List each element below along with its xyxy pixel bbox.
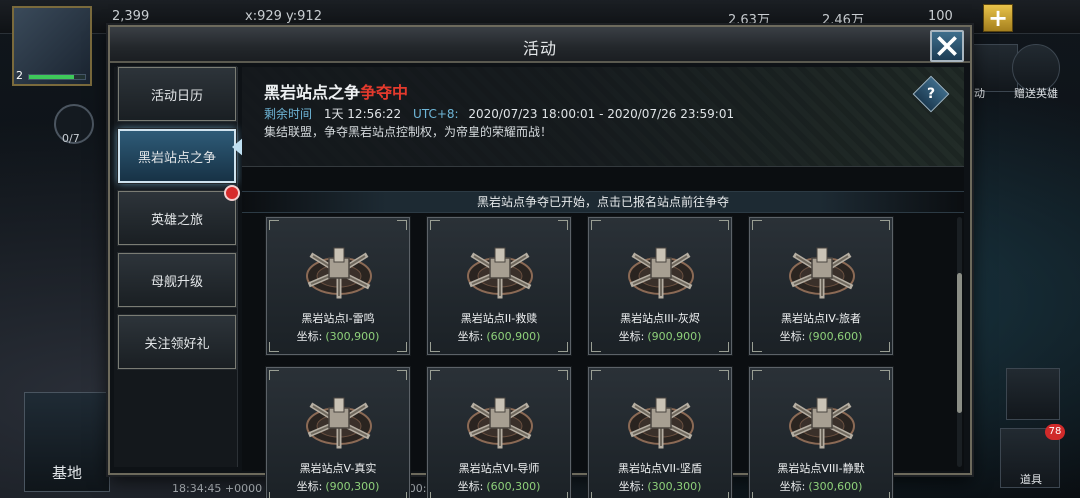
coord-label: 坐标: xyxy=(296,480,323,493)
site-name: 黑岩站点II-救赎 xyxy=(460,312,538,325)
coord-value: (600,900) xyxy=(486,330,541,343)
scrollbar-thumb[interactable] xyxy=(957,273,962,413)
site-card-5[interactable]: 黑岩站点V-真实 坐标: (900,300) xyxy=(265,366,411,498)
items-label: 道具 xyxy=(1020,473,1042,486)
site-name: 黑岩站点III-灰烬 xyxy=(620,312,700,325)
site-grid: 黑岩站点I-雷鸣 坐标: (300,900) 黑岩站点II-救赎 坐标: (60… xyxy=(242,216,964,498)
coord-label: 坐标: xyxy=(296,330,323,343)
close-button[interactable] xyxy=(930,30,964,62)
coord-label: 坐标: xyxy=(457,330,484,343)
player-avatar[interactable]: 2 xyxy=(12,6,92,86)
space-station-icon xyxy=(467,247,533,299)
site-coord: 坐标: (900,600) xyxy=(750,328,892,344)
close-icon xyxy=(937,36,957,56)
tab-activity-calendar[interactable]: 活动日历 xyxy=(117,66,237,122)
coord-value: (300,900) xyxy=(325,330,380,343)
space-station-icon xyxy=(628,247,694,299)
tab-mothership-upgrade[interactable]: 母舰升级 xyxy=(117,252,237,308)
site-name: 黑岩站点VIII-静默 xyxy=(777,462,865,475)
tab-hero-journey[interactable]: 英雄之旅 xyxy=(117,190,237,246)
coord-value: (900,900) xyxy=(647,330,702,343)
event-name: 黑岩站点之争 xyxy=(264,83,361,102)
player-level: 2 xyxy=(16,69,23,82)
site-coord: 坐标: (900,300) xyxy=(267,478,409,494)
quest-count: 0/7 xyxy=(62,132,80,145)
space-station-icon xyxy=(306,247,372,299)
site-coord: 坐标: (300,600) xyxy=(750,478,892,494)
coord-label: 坐标: xyxy=(618,480,645,493)
search-icon[interactable] xyxy=(1006,368,1060,420)
space-station-icon xyxy=(789,397,855,449)
modal-title: 活动 xyxy=(522,39,557,58)
site-name: 黑岩站点V-真实 xyxy=(299,462,377,475)
event-banner: 黑岩站点之争争夺中 ? 剩余时间 1天 12:56:22 UTC+8: 2020… xyxy=(242,67,964,167)
site-card-6[interactable]: 黑岩站点VI-导师 坐标: (600,300) xyxy=(426,366,572,498)
xp-bar xyxy=(28,74,86,80)
site-card-4[interactable]: 黑岩站点IV-旅者 坐标: (900,600) xyxy=(748,216,894,356)
event-time-row: 剩余时间 1天 12:56:22 UTC+8: 2020/07/23 18:00… xyxy=(264,105,734,122)
base-label: 基地 xyxy=(51,464,82,482)
add-resource-button[interactable]: + xyxy=(983,4,1013,32)
site-coord: 坐标: (600,300) xyxy=(428,478,570,494)
coord-value: (300,600) xyxy=(808,480,863,493)
event-period: 2020/07/23 18:00:01 - 2020/07/26 23:59:0… xyxy=(468,107,735,121)
notification-dot-icon xyxy=(224,185,240,201)
event-content: 黑岩站点之争争夺中 ? 剩余时间 1天 12:56:22 UTC+8: 2020… xyxy=(242,67,964,498)
site-coord: 坐标: (900,900) xyxy=(589,328,731,344)
site-name: 黑岩站点VII-坚盾 xyxy=(618,462,702,475)
site-name: 黑岩站点IV-旅者 xyxy=(780,312,862,325)
coord-value: (900,600) xyxy=(808,330,863,343)
tab-blackrock-battle[interactable]: 黑岩站点之争 xyxy=(117,128,237,184)
site-list-scrollbar[interactable] xyxy=(957,217,962,467)
site-card-1[interactable]: 黑岩站点I-雷鸣 坐标: (300,900) xyxy=(265,216,411,356)
items-count-badge: 78 xyxy=(1045,424,1065,440)
space-station-icon xyxy=(789,247,855,299)
remaining-time: 1天 12:56:22 xyxy=(323,107,402,121)
modal-titlebar: 活动 xyxy=(110,27,970,63)
site-card-8[interactable]: 黑岩站点VIII-静默 坐标: (300,600) xyxy=(748,366,894,498)
remaining-label: 剩余时间 xyxy=(264,107,313,121)
event-status: 争夺中 xyxy=(360,83,409,102)
site-card-2[interactable]: 黑岩站点II-救赎 坐标: (600,900) xyxy=(426,216,572,356)
resource-value-3: 100 xyxy=(928,9,953,24)
question-icon: ? xyxy=(926,86,936,102)
site-name: 黑岩站点VI-导师 xyxy=(458,462,540,475)
event-title: 黑岩站点之争争夺中 xyxy=(264,79,408,103)
site-coord: 坐标: (300,300) xyxy=(589,478,731,494)
space-station-icon xyxy=(628,397,694,449)
site-name: 黑岩站点I-雷鸣 xyxy=(301,312,375,325)
help-button[interactable]: ? xyxy=(912,75,950,113)
event-description: 集结联盟，争夺黑岩站点控制权，为帝皇的荣耀而战！ xyxy=(264,125,553,139)
activity-sidebar: 活动日历 黑岩站点之争 英雄之旅 母舰升级 关注领好礼 xyxy=(114,66,238,467)
coord-value: (900,300) xyxy=(325,480,380,493)
base-button[interactable]: 基地 xyxy=(24,392,110,492)
timezone: UTC+8: xyxy=(413,107,459,121)
space-station-icon xyxy=(306,397,372,449)
site-card-7[interactable]: 黑岩站点VII-坚盾 坐标: (300,300) xyxy=(587,366,733,498)
coord-label: 坐标: xyxy=(779,480,806,493)
gift-hero-label: 赠送英雄 xyxy=(1014,87,1058,100)
site-coord: 坐标: (300,900) xyxy=(267,328,409,344)
coord-value: (600,300) xyxy=(486,480,541,493)
coords-value[interactable]: x:929 y:912 xyxy=(245,9,322,24)
site-coord: 坐标: (600,900) xyxy=(428,328,570,344)
event-notice: 黑岩站点争夺已开始，点击已报名站点前往争夺 xyxy=(242,191,964,213)
site-card-3[interactable]: 黑岩站点III-灰烬 坐标: (900,900) xyxy=(587,216,733,356)
tab-follow-gift[interactable]: 关注领好礼 xyxy=(117,314,237,370)
coord-label: 坐标: xyxy=(618,330,645,343)
coord-label: 坐标: xyxy=(457,480,484,493)
coord-value: (300,300) xyxy=(647,480,702,493)
space-station-icon xyxy=(467,397,533,449)
activity-modal: 活动 活动日历 黑岩站点之争 英雄之旅 母舰升级 关注领好礼 黑岩站点之争争夺中… xyxy=(108,25,972,498)
power-value: 2,399 xyxy=(112,9,150,24)
coord-label: 坐标: xyxy=(779,330,806,343)
